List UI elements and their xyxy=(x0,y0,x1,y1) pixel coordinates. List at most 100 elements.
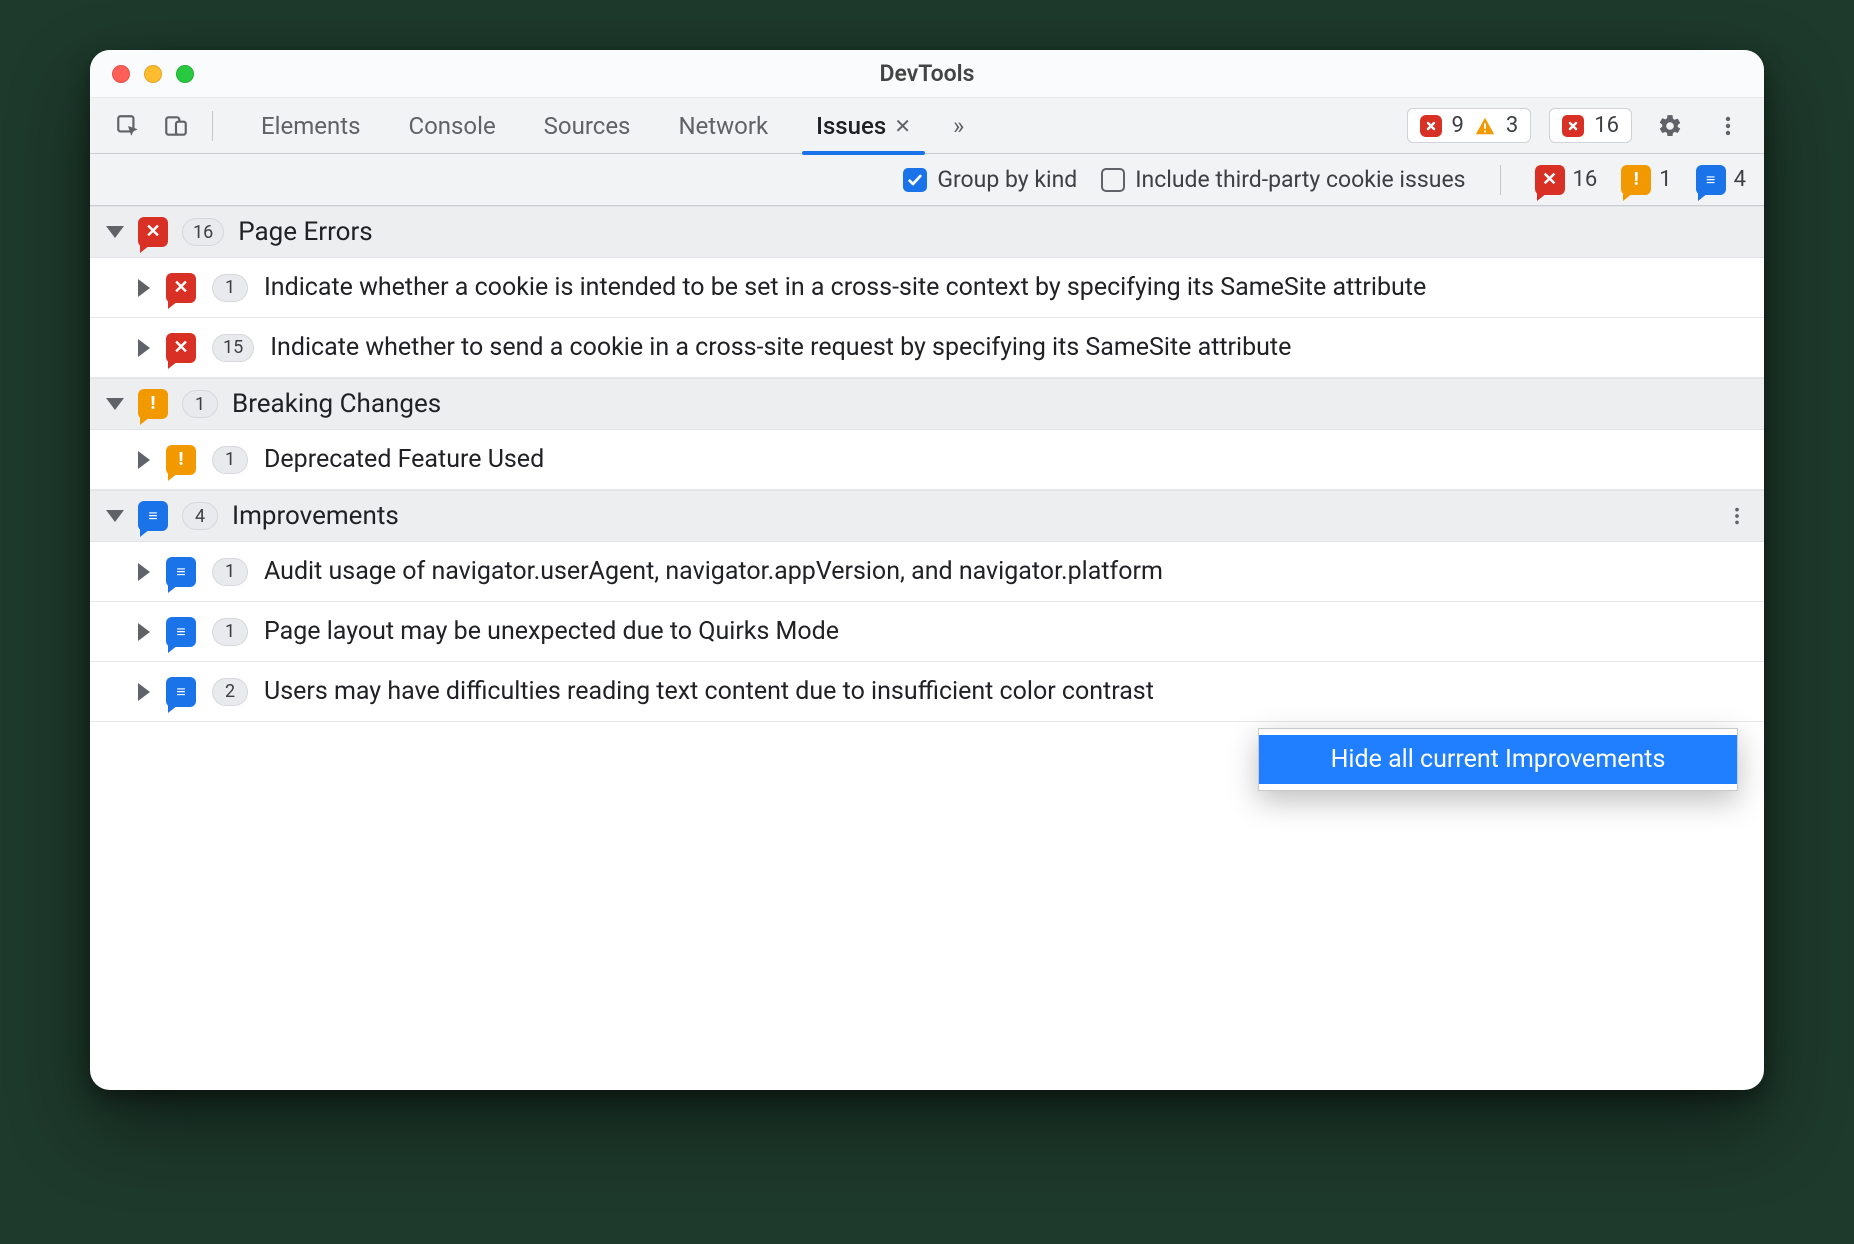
info-counter[interactable]: ≡ 4 xyxy=(1696,165,1746,195)
more-options-icon[interactable] xyxy=(1708,106,1748,146)
disclosure-closed-icon xyxy=(138,339,150,357)
disclosure-open-icon xyxy=(106,510,124,522)
issue-row[interactable]: ✕ 15 Indicate whether to send a cookie i… xyxy=(90,318,1764,378)
error-icon xyxy=(1562,115,1584,137)
issue-count: 1 xyxy=(212,274,248,302)
disclosure-closed-icon xyxy=(138,451,150,469)
error-counter[interactable]: ✕ 16 xyxy=(1535,165,1598,195)
error-icon: ✕ xyxy=(138,217,168,247)
warning-count: 3 xyxy=(1506,113,1518,138)
error-icon xyxy=(1420,115,1442,137)
issue-text: Deprecated Feature Used xyxy=(264,445,1748,474)
counter-value: 1 xyxy=(1659,167,1671,192)
group-by-kind-checkbox[interactable]: Group by kind xyxy=(903,166,1077,193)
console-issues-badge[interactable]: 9 3 xyxy=(1407,108,1532,143)
issue-count: 2 xyxy=(212,678,248,706)
tab-console[interactable]: Console xyxy=(384,98,519,154)
issues-list: ✕ 16 Page Errors ✕ 1 Indicate whether a … xyxy=(90,206,1764,1090)
issue-text: Audit usage of navigator.userAgent, navi… xyxy=(264,557,1748,586)
section-title: Page Errors xyxy=(238,217,372,247)
disclosure-closed-icon xyxy=(138,563,150,581)
info-icon: ≡ xyxy=(166,617,196,647)
issue-count: 1 xyxy=(212,558,248,586)
issue-text: Users may have difficulties reading text… xyxy=(264,677,1748,706)
menu-item-hide-improvements[interactable]: Hide all current Improvements xyxy=(1259,735,1737,784)
error-count: 9 xyxy=(1452,113,1464,138)
section-page-errors[interactable]: ✕ 16 Page Errors xyxy=(90,206,1764,258)
menu-item-label: Hide all current Improvements xyxy=(1331,745,1666,774)
info-icon: ≡ xyxy=(138,501,168,531)
error-icon: ✕ xyxy=(1535,165,1565,195)
warning-icon: ! xyxy=(166,445,196,475)
section-improvements[interactable]: ≡ 4 Improvements xyxy=(90,490,1764,542)
issue-row[interactable]: ≡ 2 Users may have difficulties reading … xyxy=(90,662,1764,722)
section-count: 1 xyxy=(182,390,218,418)
warning-counter[interactable]: ! 1 xyxy=(1621,165,1671,195)
error-icon: ✕ xyxy=(166,273,196,303)
section-breaking-changes[interactable]: ! 1 Breaking Changes xyxy=(90,378,1764,430)
close-tab-icon[interactable]: ✕ xyxy=(894,114,911,138)
disclosure-open-icon xyxy=(106,398,124,410)
warning-icon: ! xyxy=(1621,165,1651,195)
error-icon: ✕ xyxy=(166,333,196,363)
issue-text: Indicate whether to send a cookie in a c… xyxy=(270,333,1748,362)
devtools-tabs: Elements Console Sources Network Issues … xyxy=(237,98,935,154)
section-more-icon[interactable] xyxy=(1726,505,1748,527)
traffic-lights xyxy=(112,65,194,83)
disclosure-closed-icon xyxy=(138,683,150,701)
counter-value: 16 xyxy=(1573,167,1598,192)
disclosure-closed-icon xyxy=(138,623,150,641)
issue-row[interactable]: ≡ 1 Page layout may be unexpected due to… xyxy=(90,602,1764,662)
issue-row[interactable]: ≡ 1 Audit usage of navigator.userAgent, … xyxy=(90,542,1764,602)
section-count: 4 xyxy=(182,502,218,530)
counter-value: 4 xyxy=(1734,167,1746,192)
checkbox-label: Include third-party cookie issues xyxy=(1135,166,1465,193)
toggle-device-icon[interactable] xyxy=(154,104,198,148)
window-title: DevTools xyxy=(90,60,1764,87)
context-menu: Hide all current Improvements xyxy=(1258,728,1738,791)
issue-count: 16 xyxy=(1594,113,1619,138)
section-count: 16 xyxy=(182,218,224,246)
issue-row[interactable]: ! 1 Deprecated Feature Used xyxy=(90,430,1764,490)
checkbox-label: Group by kind xyxy=(937,166,1077,193)
issue-count: 1 xyxy=(212,446,248,474)
checkbox-icon xyxy=(1101,168,1125,192)
info-icon: ≡ xyxy=(166,557,196,587)
tab-sources[interactable]: Sources xyxy=(520,98,655,154)
issue-count: 1 xyxy=(212,618,248,646)
tab-label: Issues xyxy=(816,112,886,140)
issues-badge[interactable]: 16 xyxy=(1549,108,1632,143)
checkbox-icon xyxy=(903,168,927,192)
warning-icon: ! xyxy=(138,389,168,419)
disclosure-closed-icon xyxy=(138,279,150,297)
issue-row[interactable]: ✕ 1 Indicate whether a cookie is intende… xyxy=(90,258,1764,318)
tab-label: Elements xyxy=(261,112,360,140)
zoom-window-button[interactable] xyxy=(176,65,194,83)
info-icon: ≡ xyxy=(1696,165,1726,195)
devtools-window: DevTools Elements Console Sources xyxy=(90,50,1764,1090)
close-window-button[interactable] xyxy=(112,65,130,83)
inspect-element-icon[interactable] xyxy=(106,104,150,148)
devtools-toolbar: Elements Console Sources Network Issues … xyxy=(90,98,1764,154)
warning-icon xyxy=(1474,115,1496,137)
more-tabs-button[interactable]: » xyxy=(939,112,978,140)
issue-count: 15 xyxy=(212,334,254,362)
tab-network[interactable]: Network xyxy=(654,98,792,154)
tab-label: Console xyxy=(408,112,495,140)
toolbar-status-group: 9 3 16 xyxy=(1407,106,1748,146)
include-third-party-checkbox[interactable]: Include third-party cookie issues xyxy=(1101,166,1465,193)
separator xyxy=(212,111,213,141)
issue-text: Indicate whether a cookie is intended to… xyxy=(264,273,1748,302)
minimize-window-button[interactable] xyxy=(144,65,162,83)
section-title: Improvements xyxy=(232,501,399,531)
info-icon: ≡ xyxy=(166,677,196,707)
tab-elements[interactable]: Elements xyxy=(237,98,384,154)
titlebar: DevTools xyxy=(90,50,1764,98)
settings-icon[interactable] xyxy=(1650,106,1690,146)
disclosure-open-icon xyxy=(106,226,124,238)
issues-filter-bar: Group by kind Include third-party cookie… xyxy=(90,154,1764,206)
section-title: Breaking Changes xyxy=(232,389,441,419)
issue-text: Page layout may be unexpected due to Qui… xyxy=(264,617,1748,646)
tab-issues[interactable]: Issues ✕ xyxy=(792,98,935,154)
separator xyxy=(1500,165,1501,195)
